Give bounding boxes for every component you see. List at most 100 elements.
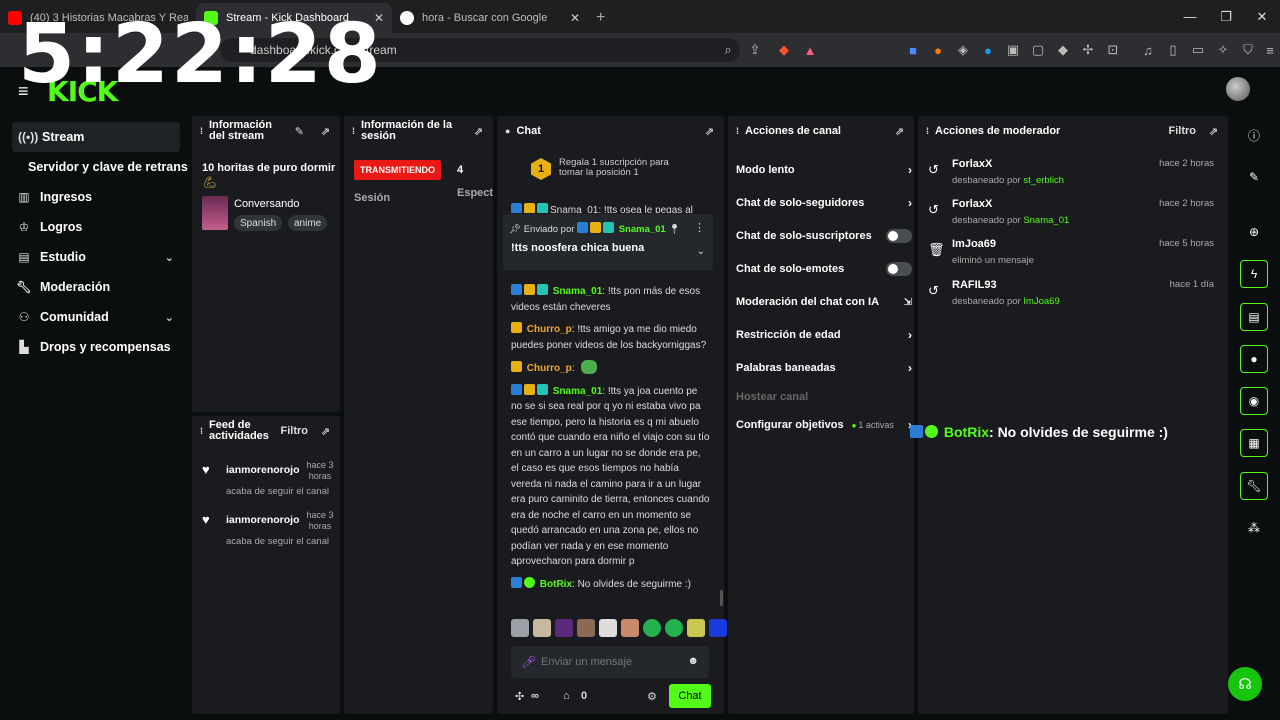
store-icon[interactable]: ⌂ (563, 690, 570, 702)
action-slow-mode[interactable]: Modo lento › (736, 158, 912, 182)
leo-ai-icon[interactable]: ✧ (1215, 42, 1231, 58)
vpn-icon[interactable]: ⛉ (1240, 42, 1256, 58)
drag-handle-icon[interactable]: ⁞ (736, 126, 739, 136)
shield-extension-icon[interactable]: ◈ (955, 42, 971, 58)
new-tab-button[interactable]: + (596, 9, 605, 27)
emote-icon[interactable] (577, 619, 595, 637)
sidebar-item-moderacion[interactable]: 🔧︎ Moderación (0, 272, 188, 302)
sub-goal-text[interactable]: Regala 1 suscripción para tomar la posic… (559, 158, 739, 178)
emote-icon[interactable] (643, 619, 661, 637)
sidebar-item-stream[interactable]: ((•)) Stream (12, 122, 180, 152)
drag-handle-icon[interactable]: ⁞ (926, 126, 929, 136)
sidebar-item-comunidad[interactable]: ⚇ Comunidad ⌄ (0, 302, 188, 332)
action-ai-moderation[interactable]: Moderación del chat con IA ⇲ (736, 290, 912, 314)
pinned-user[interactable]: Snama_01 (619, 224, 666, 235)
channel-points-icon[interactable]: ✣ (515, 690, 524, 703)
sidebar-item-server-key[interactable]: Servidor y clave de retransm (0, 152, 188, 182)
blue-extension-icon[interactable]: ● (980, 42, 996, 58)
sidebar-item-ingresos[interactable]: ▥ Ingresos (0, 182, 188, 212)
menu-icon[interactable]: ≡ (1262, 42, 1278, 58)
sidebar-toggle-icon[interactable]: ▯ (1165, 42, 1181, 58)
popout-icon[interactable]: ⇗ (321, 425, 330, 438)
chat-username[interactable]: BotRix (540, 579, 572, 590)
chat-bubble-icon[interactable]: ● (1240, 345, 1268, 373)
popout-icon[interactable]: ⇗ (705, 125, 714, 138)
popout-icon[interactable]: ⇗ (895, 125, 904, 138)
pinned-message[interactable]: 📌︎ Enviado por Snama_01 📍︎ ⋮ !tts noosfe… (503, 214, 713, 270)
share-icon[interactable]: ⇪ (747, 42, 763, 58)
close-tab-icon[interactable]: ✕ (570, 11, 580, 25)
avatar[interactable] (1226, 77, 1250, 101)
edit-icon[interactable]: ✎ (1240, 163, 1268, 191)
mod-actor[interactable]: st_erblich (1023, 175, 1064, 186)
mod-target-user[interactable]: ForlaxX (952, 198, 992, 210)
music-icon[interactable]: ♫ (1140, 42, 1156, 58)
chat-username[interactable]: Snama_01 (553, 386, 602, 397)
close-window-icon[interactable]: ✕ (1244, 0, 1280, 33)
emote-icon[interactable] (665, 619, 683, 637)
action-age-restriction[interactable]: Restricción de edad › (736, 323, 912, 347)
download-icon[interactable]: ⊡ (1105, 42, 1121, 58)
drag-handle-icon[interactable]: ⁞ (200, 126, 203, 136)
popout-icon[interactable]: ⇗ (321, 125, 330, 138)
mod-actor[interactable]: ImJoa69 (1023, 296, 1059, 307)
emotes-only-toggle[interactable] (886, 262, 912, 276)
unpin-icon[interactable]: 📍︎ (668, 224, 680, 235)
chat-username[interactable]: Snama_01 (553, 286, 602, 297)
emote-icon[interactable] (709, 619, 727, 637)
support-icon[interactable]: ☊ (1228, 667, 1262, 701)
target-icon[interactable]: ⊕ (1240, 218, 1268, 246)
mod-target-user[interactable]: ImJoa69 (952, 238, 996, 250)
media-extension-icon[interactable]: ▢ (1030, 42, 1046, 58)
action-followers-only[interactable]: Chat de solo-seguidores › (736, 191, 912, 215)
wrench-icon[interactable]: 🔧︎ (1240, 472, 1268, 500)
filter-button[interactable]: Filtro (281, 425, 309, 437)
chat-username[interactable]: Churro_p (527, 363, 572, 374)
puzzle-extensions-icon[interactable]: ✢ (1080, 42, 1096, 58)
fire-extension-icon[interactable]: ● (930, 42, 946, 58)
brave-shield-icon[interactable]: ◆ (776, 42, 792, 58)
mod-actor[interactable]: Snama_01 (1023, 215, 1069, 226)
wallet-icon[interactable]: ▭ (1190, 42, 1206, 58)
popout-icon[interactable]: ⇗ (1209, 125, 1218, 138)
translate-extension-icon[interactable]: ■ (905, 42, 921, 58)
emote-icon[interactable] (687, 619, 705, 637)
action-configure-goals[interactable]: Configurar objetivos ●1 activas › (736, 413, 912, 437)
subscribers-only-toggle[interactable] (886, 229, 912, 243)
chat-scrollbar[interactable] (720, 590, 723, 606)
chat-input-box[interactable]: 🎤︎ ☻ (511, 646, 709, 678)
chat-username[interactable]: Churro_p (527, 324, 572, 335)
diamond-extension-icon[interactable]: ◆ (1055, 42, 1071, 58)
mod-target-user[interactable]: RAFIL93 (952, 279, 997, 291)
emote-icon[interactable] (511, 619, 529, 637)
maximize-icon[interactable]: ❐ (1208, 0, 1244, 33)
emote-icon[interactable] (533, 619, 551, 637)
chat-input[interactable] (541, 653, 681, 671)
emote-icon[interactable] (599, 619, 617, 637)
filter-button[interactable]: Filtro (1169, 125, 1197, 137)
action-banned-words[interactable]: Palabras baneadas › (736, 356, 912, 380)
emoji-picker-icon[interactable]: ☻ (687, 655, 699, 667)
mod-target-user[interactable]: ForlaxX (952, 158, 992, 170)
zoom-icon[interactable]: ⌕ (720, 42, 736, 58)
chevron-down-icon[interactable]: ⌄ (697, 246, 705, 257)
layout-icon[interactable]: ▦ (1240, 429, 1268, 457)
drag-handle-icon[interactable]: ⁞ (200, 426, 203, 436)
edit-icon[interactable]: ✎ (295, 125, 304, 138)
emote-icon[interactable] (555, 619, 573, 637)
sidebar-item-estudio[interactable]: ▤ Estudio ⌄ (0, 242, 188, 272)
follower-name[interactable]: ianmorenorojo (226, 514, 300, 526)
chat-settings-icon[interactable]: ⚙ (647, 690, 657, 703)
minimize-icon[interactable]: — (1172, 0, 1208, 33)
sidebar-item-drops[interactable]: ▙ Drops y recompensas (0, 332, 188, 362)
emote-icon[interactable] (621, 619, 639, 637)
community-icon[interactable]: ⁂ (1240, 514, 1268, 542)
document-icon[interactable]: ▤ (1240, 303, 1268, 331)
more-options-icon[interactable]: ⋮ (694, 221, 705, 234)
doc-extension-icon[interactable]: ▣ (1005, 42, 1021, 58)
lightning-icon[interactable]: ϟ (1240, 260, 1268, 288)
tab-google[interactable]: hora - Buscar con Google ✕ (392, 3, 588, 33)
follower-name[interactable]: ianmorenorojo (226, 464, 300, 476)
broadcast-icon[interactable]: ◉ (1240, 387, 1268, 415)
microphone-icon[interactable]: 🎤︎ (521, 655, 536, 669)
